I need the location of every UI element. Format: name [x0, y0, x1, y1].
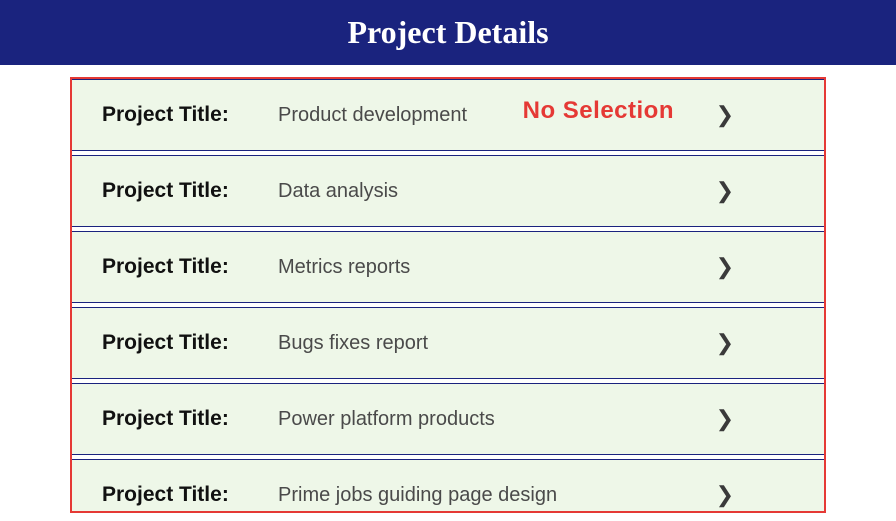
project-list-item[interactable]: Project Title: Prime jobs guiding page d… [72, 459, 824, 513]
chevron-right-icon: ❯ [716, 102, 794, 128]
chevron-right-icon: ❯ [716, 178, 794, 204]
project-title-label: Project Title: [102, 483, 272, 507]
project-title-label: Project Title: [102, 331, 272, 355]
chevron-right-icon: ❯ [716, 330, 794, 356]
project-title-label: Project Title: [102, 407, 272, 431]
project-list-item[interactable]: Project Title: Metrics reports ❯ [72, 231, 824, 303]
project-title-value: Power platform products [272, 408, 716, 431]
project-title-label: Project Title: [102, 103, 272, 127]
no-selection-annotation: No Selection [523, 97, 674, 125]
chevron-right-icon: ❯ [716, 406, 794, 432]
project-list-item[interactable]: Project Title: Product development ❯ [72, 79, 824, 151]
chevron-right-icon: ❯ [716, 254, 794, 280]
page-title: Project Details [347, 14, 548, 50]
project-title-label: Project Title: [102, 179, 272, 203]
project-title-label: Project Title: [102, 255, 272, 279]
chevron-right-icon: ❯ [716, 482, 794, 508]
project-list-item[interactable]: Project Title: Data analysis ❯ [72, 155, 824, 227]
page-header: Project Details [0, 0, 896, 65]
project-list-item[interactable]: Project Title: Bugs fixes report ❯ [72, 307, 824, 379]
project-title-value: Bugs fixes report [272, 332, 716, 355]
project-title-value: Metrics reports [272, 256, 716, 279]
project-title-value: Data analysis [272, 180, 716, 203]
project-list-item[interactable]: Project Title: Power platform products ❯ [72, 383, 824, 455]
project-title-value: Prime jobs guiding page design [272, 484, 716, 507]
project-list-container: No Selection Project Title: Product deve… [70, 77, 826, 513]
